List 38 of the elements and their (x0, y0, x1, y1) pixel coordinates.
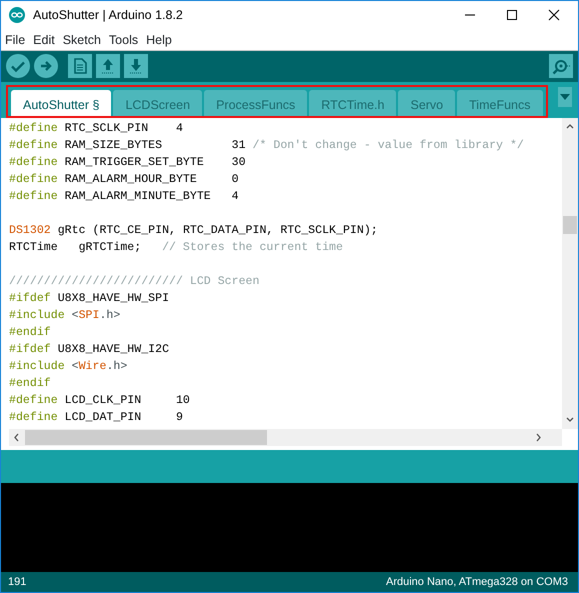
board-info: Arduino Nano, ATmega328 on COM3 (386, 574, 568, 590)
new-file-button[interactable] (68, 54, 92, 78)
horizontal-scrollbar[interactable] (9, 429, 562, 446)
code-line: ///////////////////////// LCD Screen (9, 274, 260, 290)
upload-arrow-button[interactable] (34, 54, 58, 78)
serial-monitor-button[interactable] (549, 54, 573, 78)
code-line: #include <SPI.h> (9, 308, 122, 324)
caret-icon (560, 94, 570, 100)
file-tab[interactable]: AutoShutter § (11, 90, 112, 116)
down-arrow-button[interactable] (124, 54, 148, 78)
code-line: #ifdef U8X8_HAVE_HW_I2C (9, 342, 170, 358)
menu-item[interactable]: Edit (29, 30, 59, 50)
code-line: #define RAM_SIZE_BYTES 31 /* Don't change - value from library */ (9, 138, 525, 154)
code-line: RTCTime gRTCTime; // Stores the current time (9, 240, 344, 256)
window-title: AutoShutter | Arduino 1.8.2 (33, 7, 183, 24)
maximize-icon[interactable] (506, 9, 518, 22)
code-line: #define RTC_SCLK_PIN 4 (9, 120, 184, 137)
code-line: #define LCD_DAT_PIN 9 (9, 410, 184, 426)
code-line: DS1302 gRtc (RTC_CE_PIN, RTC_DATA_PIN, RTC_SCLK_PIN); (9, 222, 379, 239)
tab-menu-button[interactable] (558, 86, 572, 107)
menu-item[interactable]: Sketch (58, 30, 105, 50)
up-arrow-button[interactable] (96, 54, 120, 78)
code-line: #define RAM_TRIGGER_SET_BYTE 30 (9, 154, 247, 171)
code-line: #define LCD_CLK_PIN 10 (9, 392, 191, 409)
close-icon[interactable] (548, 9, 560, 22)
code-line: #define RAM_ALARM_MINUTE_BYTE 4 (9, 188, 240, 205)
menu-item[interactable]: Tools (104, 30, 142, 50)
arduino-logo-icon (9, 7, 25, 24)
code-line: #ifdef U8X8_HAVE_HW_SPI (9, 290, 170, 307)
code-line: #define RAM_ALARM_HOUR_BYTE 0 (9, 172, 240, 188)
menu-item[interactable]: File (1, 30, 30, 50)
code-line: #endif (9, 324, 52, 341)
code-line: #include <Wire.h> (9, 358, 128, 375)
vertical-scrollbar[interactable] (562, 118, 578, 430)
code-line: #endif (9, 376, 52, 392)
verify-check-button[interactable] (6, 54, 30, 78)
menu-item[interactable]: Help (142, 30, 176, 50)
line-number: 191 (8, 574, 26, 590)
